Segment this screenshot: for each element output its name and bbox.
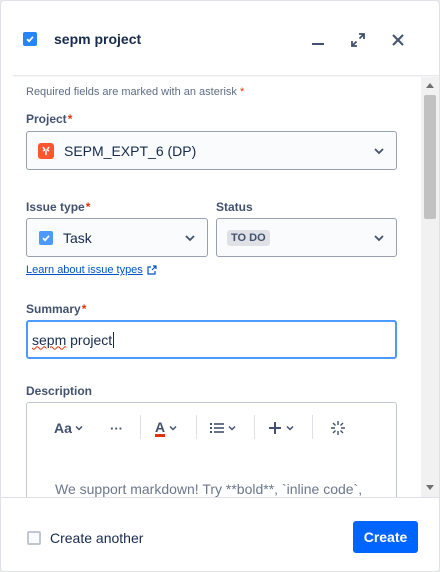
chevron-down-icon: [286, 425, 294, 431]
form-scroll-area[interactable]: Required fields are marked with an aster…: [1, 77, 421, 497]
scroll-up-arrow[interactable]: [426, 83, 434, 88]
required-star: *: [239, 86, 245, 98]
issue-type-label: Issue type*: [26, 200, 90, 214]
learn-link-text: Learn about issue types: [26, 264, 143, 276]
scroll-down-arrow[interactable]: [426, 485, 434, 490]
chevron-down-icon: [169, 425, 177, 431]
summary-value-rest: project: [66, 331, 113, 348]
close-icon: [392, 34, 404, 46]
summary-label-text: Summary: [26, 302, 81, 316]
task-icon: [39, 230, 53, 245]
create-another-checkbox[interactable]: Create another: [27, 530, 143, 546]
chevron-down-icon: [185, 234, 195, 241]
checkbox-icon: [23, 32, 37, 46]
text-style-icon: Aa: [54, 420, 72, 436]
chevron-down-icon: [374, 234, 384, 241]
insert-button[interactable]: [268, 418, 294, 438]
project-select[interactable]: SEPM_EXPT_6 (DP): [26, 131, 397, 170]
minimize-button[interactable]: [305, 27, 331, 53]
bullet-list-icon: [210, 423, 224, 433]
status-label-text: Status: [216, 200, 253, 214]
issue-type-label-text: Issue type: [26, 200, 85, 214]
more-icon: ···: [110, 420, 123, 436]
summary-input[interactable]: sepm project: [26, 320, 397, 359]
dialog-title: sepm project: [54, 31, 142, 47]
learn-issue-types-link[interactable]: Learn about issue types: [26, 264, 157, 276]
scrollbar[interactable]: [421, 77, 439, 497]
description-label-text: Description: [26, 384, 93, 398]
status-label: Status: [216, 200, 253, 214]
required-note: Required fields are marked with an aster…: [26, 86, 244, 98]
plus-icon: [269, 422, 281, 434]
text-color-button[interactable]: A: [155, 418, 177, 438]
ai-button[interactable]: [330, 418, 346, 438]
status-lozenge: TO DO: [227, 229, 270, 246]
project-label: Project*: [26, 112, 72, 126]
chevron-down-icon: [374, 147, 384, 154]
required-star: *: [81, 302, 87, 316]
external-link-icon: [147, 265, 157, 275]
create-button[interactable]: Create: [353, 521, 418, 553]
text-caret: [113, 331, 115, 348]
ai-sparkle-icon: [331, 421, 345, 435]
project-avatar-icon: [38, 142, 54, 159]
issue-type-select[interactable]: Task: [26, 218, 208, 257]
dialog-footer: Create another Create: [1, 497, 439, 571]
toolbar-divider: [196, 415, 197, 439]
chevron-down-icon: [228, 425, 236, 431]
expand-icon: [351, 33, 365, 47]
text-color-icon: A: [155, 418, 166, 437]
create-issue-dialog: sepm project Required fields are marked …: [0, 0, 440, 572]
issue-type-value: Task: [63, 229, 92, 246]
summary-label: Summary*: [26, 302, 86, 316]
project-value: SEPM_EXPT_6 (DP): [64, 142, 197, 159]
checkbox-box[interactable]: [27, 531, 41, 545]
status-select[interactable]: TO DO: [216, 218, 397, 257]
dialog-header: sepm project: [1, 1, 439, 77]
description-editor[interactable]: Aa ··· A We support markdown! Try **bold…: [26, 402, 397, 497]
text-style-button[interactable]: Aa: [54, 418, 83, 438]
summary-misspelled-word: sepm: [32, 331, 67, 348]
list-button[interactable]: [210, 418, 236, 438]
minimize-icon: [312, 43, 324, 45]
expand-button[interactable]: [345, 27, 371, 53]
more-formatting-button[interactable]: ···: [110, 418, 123, 438]
required-star: *: [85, 200, 91, 214]
required-note-text: Required fields are marked with an aster…: [26, 86, 237, 98]
toolbar-divider: [140, 415, 141, 439]
required-star: *: [67, 112, 73, 126]
description-placeholder: We support markdown! Try **bold**, `inli…: [55, 481, 363, 497]
description-label: Description: [26, 384, 92, 398]
create-another-label: Create another: [50, 530, 144, 546]
project-label-text: Project: [26, 112, 67, 126]
chevron-down-icon: [75, 425, 83, 431]
scrollbar-thumb[interactable]: [424, 95, 436, 219]
toolbar-divider: [312, 415, 313, 439]
close-button[interactable]: [385, 27, 411, 53]
toolbar-divider: [254, 415, 255, 439]
